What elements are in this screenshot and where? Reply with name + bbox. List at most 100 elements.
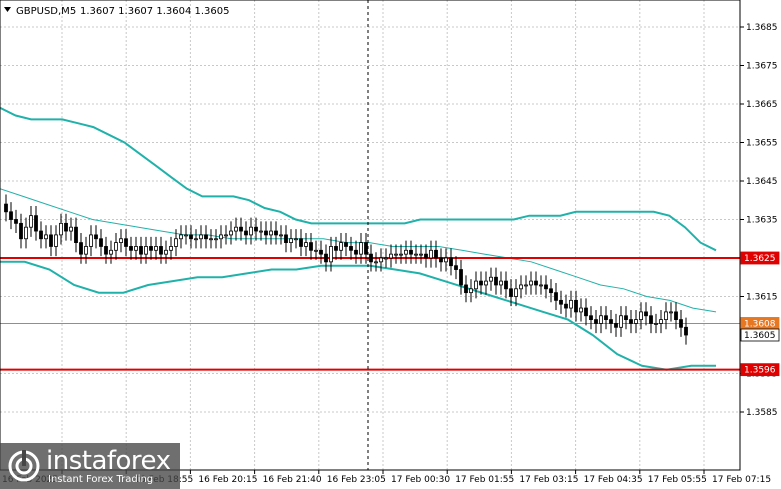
candle-body <box>239 226 243 232</box>
candle-body <box>409 249 413 255</box>
candle-body <box>589 315 593 320</box>
candle-body <box>254 226 258 232</box>
logo-swirl-icon <box>8 450 40 482</box>
candle-body <box>584 307 588 317</box>
candle-body <box>489 276 493 282</box>
candle-body <box>89 234 93 247</box>
x-tick-label: 16 Feb 21:40 <box>263 475 322 485</box>
badge-current-price: 1.3605 <box>740 328 780 342</box>
candle-body <box>339 242 343 251</box>
candle-body <box>204 234 208 240</box>
candle-body <box>249 226 253 236</box>
candle-body <box>544 284 548 290</box>
candle-body <box>119 238 123 243</box>
candle-body <box>94 234 98 240</box>
candle-body <box>609 319 613 324</box>
candle-body <box>209 238 213 241</box>
badge-level-2-text: 1.3596 <box>744 366 776 376</box>
price-chart[interactable]: 1.3685 1.3675 1.3665 1.3655 1.3645 1.3635 1.36… <box>0 0 781 489</box>
candle-body <box>299 238 303 247</box>
candle-body <box>354 249 358 255</box>
candle-body <box>369 253 373 263</box>
candle-body <box>549 288 553 294</box>
candle-body <box>474 280 478 290</box>
ohlc-values: 1.3607 1.3607 1.3604 1.3605 <box>80 6 230 17</box>
candle-body <box>614 323 618 328</box>
candle-body <box>19 222 23 240</box>
candle-body <box>329 246 333 263</box>
candle-body <box>639 311 643 320</box>
candle-body <box>384 257 388 260</box>
candle-body <box>414 253 418 256</box>
candle-body <box>4 203 8 213</box>
candle-body <box>169 246 173 251</box>
y-tick-label: 1.3585 <box>746 408 778 418</box>
x-tick-label: 17 Feb 00:30 <box>391 475 450 485</box>
candle-body <box>379 257 383 263</box>
candle-body <box>444 257 448 263</box>
y-tick-label: 1.3675 <box>746 62 778 72</box>
candle-body <box>494 276 498 286</box>
candle-body <box>604 315 608 320</box>
candle-body <box>574 299 578 313</box>
candle-body <box>274 230 278 236</box>
y-tick-label: 1.3615 <box>746 293 778 303</box>
candle-body <box>644 311 648 317</box>
candle-body <box>314 249 318 252</box>
candle-body <box>309 242 313 251</box>
candle-body <box>424 253 428 259</box>
candle-body <box>219 234 223 240</box>
candle-body <box>269 230 273 236</box>
candle-body <box>554 292 558 301</box>
candle-body <box>529 280 533 286</box>
candle-body <box>54 234 58 247</box>
x-tick-label: 17 Feb 03:15 <box>519 475 578 485</box>
candle-body <box>419 253 423 256</box>
candle-body <box>524 284 528 287</box>
candle-body <box>144 246 148 255</box>
y-tick-label: 1.3635 <box>746 216 778 226</box>
candle-body <box>454 265 458 270</box>
candle-body <box>39 230 43 240</box>
candle-body <box>179 234 183 240</box>
candle-body <box>104 246 108 255</box>
candle-body <box>509 288 513 297</box>
symbol-label: GBPUSD,M5 <box>16 6 76 17</box>
candle-body <box>579 307 583 313</box>
candle-body <box>59 222 63 236</box>
candle-body <box>149 246 153 251</box>
candle-body <box>234 226 238 232</box>
candle-body <box>284 234 288 243</box>
candle-body <box>359 242 363 255</box>
candle-body <box>49 234 53 247</box>
logo-brand-text: instaforex <box>46 446 171 476</box>
candle-body <box>464 284 468 294</box>
candle-body <box>264 230 268 236</box>
candle-body <box>184 234 188 237</box>
candle-body <box>194 238 198 241</box>
candle-body <box>319 249 323 255</box>
candle-body <box>74 226 78 243</box>
badge-level-3-text: 1.3608 <box>744 319 776 329</box>
candle-body <box>304 242 308 247</box>
candle-body <box>164 249 168 255</box>
candle-body <box>154 246 158 251</box>
x-tick-label: 17 Feb 04:35 <box>584 475 643 485</box>
x-tick-label: 17 Feb 05:55 <box>648 475 707 485</box>
candle-body <box>564 303 568 309</box>
candle-body <box>79 242 83 255</box>
candle-body <box>334 246 338 251</box>
candle-body <box>69 226 73 232</box>
candle-body <box>439 257 443 263</box>
candle-body <box>129 246 133 251</box>
candle-body <box>134 246 138 251</box>
candle-body <box>669 311 673 314</box>
candle-body <box>569 299 573 309</box>
y-tick-label: 1.3685 <box>746 23 778 33</box>
candle-body <box>599 315 603 324</box>
candle-body <box>684 326 688 336</box>
candle-body <box>324 253 328 263</box>
badge-level-1-text: 1.3625 <box>744 254 776 264</box>
candle-body <box>24 226 28 240</box>
candle-body <box>99 238 103 247</box>
